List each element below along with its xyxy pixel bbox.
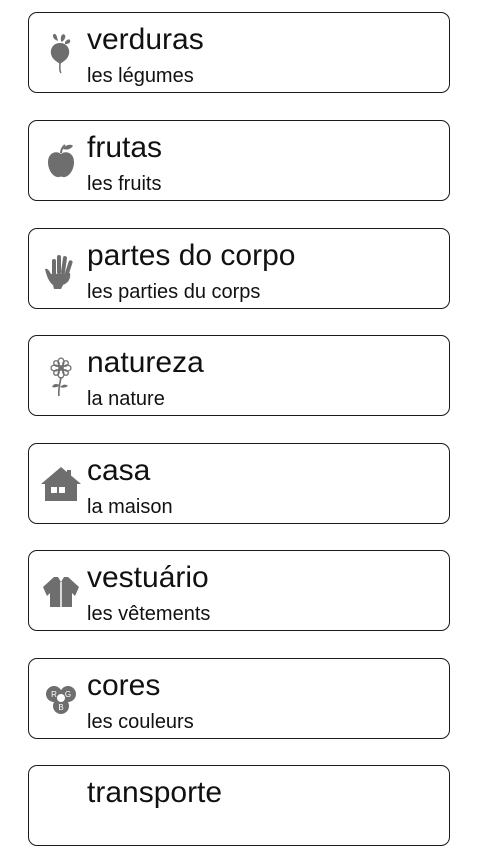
category-title: vestuário [87, 561, 209, 594]
category-title: partes do corpo [87, 239, 296, 272]
category-title: transporte [87, 776, 223, 809]
category-title: frutas [87, 131, 163, 164]
category-item-partes-do-corpo[interactable]: partes do corpo les parties du corps [28, 228, 450, 309]
category-title: natureza [87, 346, 204, 379]
svg-text:G: G [65, 690, 71, 699]
category-subtitle: la nature [87, 388, 165, 410]
category-item-verduras[interactable]: verduras les légumes [28, 12, 450, 93]
rgb-circles-icon: R G B [39, 677, 83, 721]
category-title: verduras [87, 23, 204, 56]
category-subtitle: les couleurs [87, 711, 194, 733]
category-title: casa [87, 454, 151, 487]
svg-text:R: R [51, 690, 57, 699]
category-item-frutas[interactable]: frutas les fruits [28, 120, 450, 201]
category-item-casa[interactable]: casa la maison [28, 443, 450, 524]
category-item-vestuario[interactable]: vestuário les vêtements [28, 550, 450, 631]
transport-icon [39, 784, 83, 828]
beet-icon [39, 31, 83, 75]
category-item-natureza[interactable]: natureza la nature [28, 335, 450, 416]
flower-icon [39, 354, 83, 398]
category-subtitle: les parties du corps [87, 281, 261, 303]
apple-icon [39, 139, 83, 183]
category-subtitle: la maison [87, 496, 173, 518]
category-subtitle: les fruits [87, 173, 162, 195]
category-subtitle: les légumes [87, 65, 194, 87]
category-item-transporte[interactable]: transporte [28, 765, 450, 846]
jacket-icon [39, 569, 83, 613]
svg-text:B: B [58, 703, 63, 712]
house-icon [39, 462, 83, 506]
category-title: cores [87, 669, 161, 702]
category-item-cores[interactable]: R G B cores les couleurs [28, 658, 450, 739]
hand-icon [39, 247, 83, 291]
category-subtitle: les vêtements [87, 603, 211, 625]
